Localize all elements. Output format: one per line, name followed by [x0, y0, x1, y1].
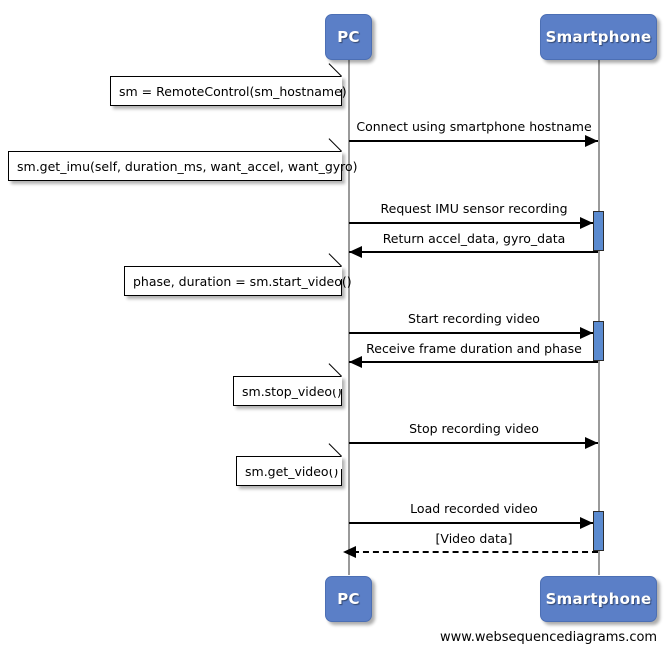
message-arrowhead-start-recording — [580, 327, 593, 339]
actor-foot-pc-label: PC — [337, 590, 360, 608]
note-start-video-text: phase, duration = sm.start_video() — [133, 273, 352, 289]
message-label-return-imu-data: Return accel_data, gyro_data — [382, 231, 566, 246]
note-fold-line-icon — [328, 443, 342, 457]
activation-bar-video-load — [593, 511, 604, 551]
message-label-stop-recording: Stop recording video — [409, 421, 539, 436]
message-line-start-recording — [349, 332, 593, 334]
message-line-return-imu-data — [349, 251, 598, 253]
note-remote-control[interactable]: sm = RemoteControl(sm_hostname) — [110, 63, 347, 106]
message-arrowhead-stop-recording — [585, 437, 598, 449]
note-stop-video[interactable]: sm.stop_video() — [233, 363, 342, 406]
actor-head-pc[interactable]: PC — [325, 14, 372, 60]
note-remote-control-text: sm = RemoteControl(sm_hostname) — [119, 83, 347, 99]
message-arrowhead-connect — [585, 135, 598, 147]
message-line-load-recorded-video — [349, 522, 593, 524]
message-arrowhead-load-recorded-video — [580, 517, 593, 529]
note-stop-video-text: sm.stop_video() — [242, 383, 342, 399]
message-label-load-recorded-video: Load recorded video — [410, 501, 538, 516]
message-label-request-imu: Request IMU sensor recording — [380, 201, 568, 216]
message-line-video-data — [353, 551, 598, 553]
message-label-connect: Connect using smartphone hostname — [356, 119, 592, 134]
message-line-request-imu — [349, 222, 593, 224]
actor-foot-pc[interactable]: PC — [325, 576, 372, 622]
message-line-receive-frame-duration — [349, 361, 598, 363]
note-fold-line-icon — [328, 138, 342, 152]
activation-bar-video-start — [593, 321, 604, 361]
lifeline-pc — [348, 59, 350, 575]
message-arrowhead-video-data — [343, 546, 356, 558]
note-start-video[interactable]: phase, duration = sm.start_video() — [124, 253, 352, 296]
note-fold-line-icon — [328, 63, 342, 77]
activation-bar-imu — [593, 211, 604, 251]
actor-head-smartphone-label: Smartphone — [545, 28, 652, 46]
actor-foot-smartphone-label: Smartphone — [545, 590, 652, 608]
actor-foot-smartphone[interactable]: Smartphone — [540, 576, 657, 622]
actor-head-smartphone[interactable]: Smartphone — [540, 14, 657, 60]
message-arrowhead-request-imu — [580, 217, 593, 229]
note-get-video-text: sm.get_video() — [245, 463, 339, 479]
actor-head-pc-label: PC — [337, 28, 360, 46]
note-fold-icon — [329, 376, 342, 389]
note-fold-line-icon — [328, 363, 342, 377]
note-fold-icon — [329, 151, 342, 164]
lifeline-smartphone — [598, 59, 600, 575]
footer-credit-text: www.websequencediagrams.com — [440, 630, 658, 645]
note-fold-icon — [329, 76, 342, 89]
sequence-diagram-canvas: PC Smartphone PC Smartphone sm = RemoteC… — [0, 0, 672, 654]
note-get-imu-text: sm.get_imu(self, duration_ms, want_accel… — [17, 158, 358, 174]
message-line-connect — [349, 140, 598, 142]
message-label-video-data: [Video data] — [435, 531, 513, 546]
note-fold-icon — [329, 456, 342, 469]
note-fold-line-icon — [328, 253, 342, 267]
message-arrowhead-return-imu-data — [349, 246, 362, 258]
note-get-video[interactable]: sm.get_video() — [236, 443, 342, 486]
message-label-receive-frame-duration: Receive frame duration and phase — [366, 341, 582, 356]
message-line-stop-recording — [349, 442, 598, 444]
message-label-start-recording: Start recording video — [408, 311, 540, 326]
note-get-imu[interactable]: sm.get_imu(self, duration_ms, want_accel… — [8, 138, 358, 181]
footer-credit[interactable]: www.websequencediagrams.com — [440, 630, 657, 645]
message-arrowhead-receive-frame-duration — [349, 356, 362, 368]
note-fold-icon — [329, 266, 342, 279]
